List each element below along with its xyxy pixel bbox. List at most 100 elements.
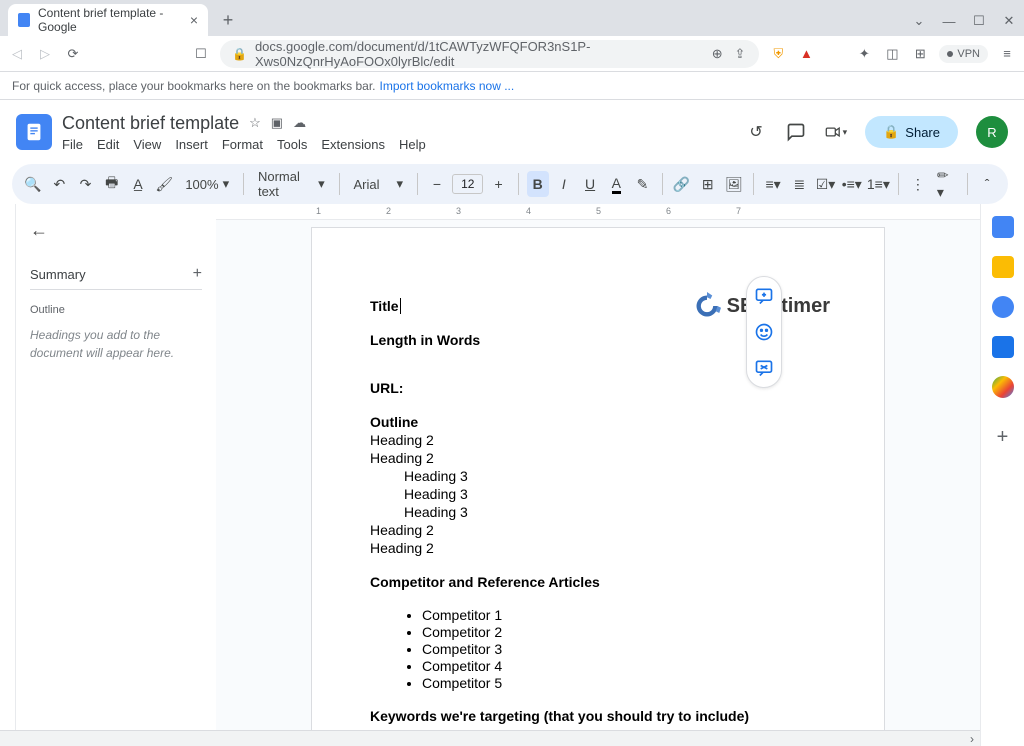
forward-icon[interactable]: ▷: [36, 45, 54, 63]
scroll-right-icon[interactable]: ›: [970, 732, 974, 746]
share-url-icon[interactable]: ⇪: [733, 45, 748, 63]
chevron-down-icon[interactable]: ⌄: [912, 14, 926, 28]
spellcheck-icon[interactable]: A̲: [127, 171, 149, 197]
share-button[interactable]: 🔒 Share: [865, 116, 958, 148]
paint-format-icon[interactable]: 🖌: [153, 171, 175, 197]
menu-file[interactable]: File: [62, 137, 83, 152]
new-tab-button[interactable]: +: [214, 6, 242, 34]
highlight-button[interactable]: ✎: [631, 171, 653, 197]
menu-extensions[interactable]: Extensions: [321, 137, 385, 152]
menu-view[interactable]: View: [133, 137, 161, 152]
list-item: Competitor 4: [422, 658, 826, 674]
hide-menus-icon[interactable]: ˆ: [976, 171, 998, 197]
history-icon[interactable]: ↺: [745, 121, 767, 143]
list-item: Competitor 1: [422, 607, 826, 623]
extension-shield-icon[interactable]: ⛨: [769, 45, 787, 63]
italic-button[interactable]: I: [553, 171, 575, 197]
reload-icon[interactable]: ⟳: [64, 45, 82, 63]
bookmark-icon[interactable]: ☐: [192, 45, 210, 63]
font-dropdown[interactable]: Arial ▾: [347, 176, 409, 192]
vpn-badge[interactable]: VPN: [939, 45, 988, 63]
print-icon[interactable]: 🖶: [101, 171, 123, 197]
suggest-edits-icon[interactable]: [751, 355, 777, 381]
close-tab-icon[interactable]: ×: [190, 12, 198, 28]
close-window-icon[interactable]: ✕: [1002, 14, 1016, 28]
menu-bar: File Edit View Insert Format Tools Exten…: [62, 137, 735, 152]
font-increase-icon[interactable]: +: [487, 171, 509, 197]
heading-competitors: Competitor and Reference Articles: [370, 574, 826, 590]
menu-edit[interactable]: Edit: [97, 137, 119, 152]
outline-line: Heading 3: [370, 504, 826, 520]
horizontal-ruler[interactable]: 1 2 3 4 5 6 7: [216, 204, 980, 220]
url-field[interactable]: 🔒 docs.google.com/document/d/1tCAWTyzWFQ…: [220, 40, 759, 68]
comments-icon[interactable]: [785, 121, 807, 143]
maximize-icon[interactable]: ☐: [972, 14, 986, 28]
keep-app-icon[interactable]: [992, 256, 1014, 278]
contacts-app-icon[interactable]: [992, 336, 1014, 358]
summary-label: Summary: [30, 267, 86, 282]
search-in-page-icon[interactable]: ⊕: [710, 45, 725, 63]
zoom-dropdown[interactable]: 100% ▾: [179, 176, 235, 192]
more-tools-icon[interactable]: ⋮: [907, 171, 929, 197]
heading-outline: Outline: [370, 414, 826, 430]
menu-insert[interactable]: Insert: [175, 137, 208, 152]
checklist-icon[interactable]: ☑▾: [814, 171, 836, 197]
outline-line: Heading 3: [370, 486, 826, 502]
tasks-app-icon[interactable]: [992, 296, 1014, 318]
add-addon-icon[interactable]: +: [997, 426, 1009, 449]
text-color-button[interactable]: A: [605, 171, 627, 197]
outline-line: Heading 2: [370, 522, 826, 538]
calendar-app-icon[interactable]: [992, 216, 1014, 238]
undo-icon[interactable]: ↶: [48, 171, 70, 197]
add-emoji-icon[interactable]: [751, 319, 777, 345]
minimize-icon[interactable]: —: [942, 14, 956, 28]
back-arrow-icon[interactable]: ←: [30, 220, 202, 241]
add-summary-icon[interactable]: +: [193, 265, 202, 283]
document-page[interactable]: SEOptimer Title Length in Words URL: Out…: [312, 228, 884, 746]
docs-header: Content brief template ☆ ▣ ☁ File Edit V…: [0, 100, 1024, 164]
document-title[interactable]: Content brief template: [62, 113, 239, 134]
cloud-status-icon[interactable]: ☁: [293, 115, 306, 131]
extensions-icon[interactable]: ✦: [855, 45, 873, 63]
browser-address-bar: ◁ ▷ ⟳ ☐ 🔒 docs.google.com/document/d/1tC…: [0, 36, 1024, 72]
insert-image-icon[interactable]: 🖼: [723, 171, 745, 197]
lock-icon: 🔒: [232, 47, 247, 61]
align-dropdown[interactable]: ≡▾: [762, 171, 784, 197]
menu-format[interactable]: Format: [222, 137, 263, 152]
docs-logo-icon[interactable]: [16, 114, 52, 150]
meet-icon[interactable]: ▾: [825, 121, 847, 143]
sidepanel-icon[interactable]: ◫: [883, 45, 901, 63]
document-canvas[interactable]: 1 2 3 4 5 6 7 SEOptimer Title Length in …: [216, 204, 980, 746]
wallet-icon[interactable]: ⊞: [911, 45, 929, 63]
favicon: [18, 13, 30, 27]
heading-title: Title: [370, 298, 401, 314]
search-icon[interactable]: 🔍: [22, 171, 44, 197]
move-icon[interactable]: ▣: [271, 115, 283, 131]
back-icon[interactable]: ◁: [8, 45, 26, 63]
add-comment-float-icon[interactable]: [751, 283, 777, 309]
numbered-list-icon[interactable]: 1≡▾: [867, 171, 890, 197]
menu-help[interactable]: Help: [399, 137, 426, 152]
add-comment-icon[interactable]: ⊞: [697, 171, 719, 197]
font-size-input[interactable]: 12: [452, 174, 483, 194]
browser-tab[interactable]: Content brief template - Google ×: [8, 4, 208, 36]
line-spacing-icon[interactable]: ≣: [788, 171, 810, 197]
browser-menu-icon[interactable]: ≡: [998, 45, 1016, 63]
account-avatar[interactable]: R: [976, 116, 1008, 148]
horizontal-scrollbar[interactable]: ›: [0, 730, 980, 746]
insert-link-icon[interactable]: 🔗: [670, 171, 692, 197]
outline-label: Outline: [30, 304, 202, 316]
bullet-list-icon[interactable]: •≡▾: [841, 171, 863, 197]
redo-icon[interactable]: ↷: [74, 171, 96, 197]
editing-mode-icon[interactable]: ✏ ▾: [937, 171, 959, 197]
import-bookmarks-link[interactable]: Import bookmarks now ...: [380, 79, 515, 93]
extension-triangle-icon[interactable]: ▲: [797, 45, 815, 63]
style-dropdown[interactable]: Normal text ▾: [252, 169, 331, 199]
url-text: docs.google.com/document/d/1tCAWTyzWFQFO…: [255, 39, 694, 69]
maps-app-icon[interactable]: [992, 376, 1014, 398]
menu-tools[interactable]: Tools: [277, 137, 307, 152]
bold-button[interactable]: B: [527, 171, 549, 197]
font-decrease-icon[interactable]: −: [426, 171, 448, 197]
underline-button[interactable]: U: [579, 171, 601, 197]
star-icon[interactable]: ☆: [249, 115, 261, 131]
